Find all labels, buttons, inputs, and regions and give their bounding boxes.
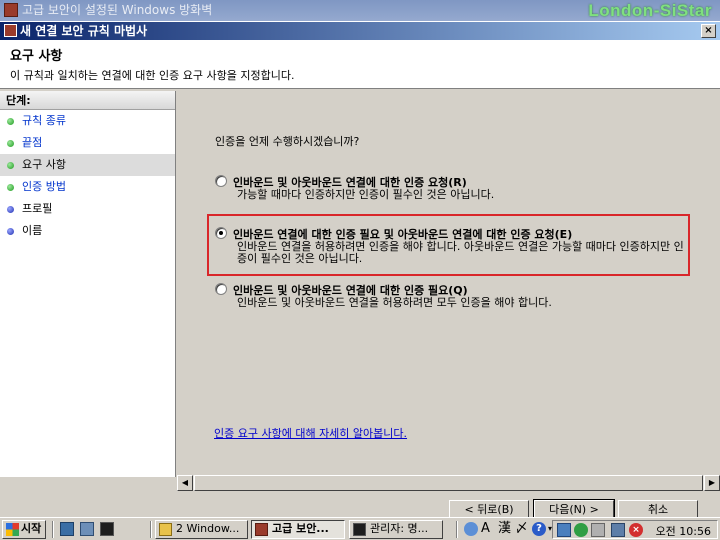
help-icon[interactable]: ? <box>532 522 546 536</box>
main-content: 인증을 언제 수행하시겠습니까? 인바운드 및 아웃바운드 연결에 대한 인증 … <box>177 91 720 477</box>
network-icon[interactable] <box>557 523 571 537</box>
wizard-header: 요구 사항 이 규칙과 일치하는 연결에 대한 인증 요구 사항을 지정합니다. <box>0 40 720 89</box>
show-desktop-icon[interactable] <box>60 522 74 536</box>
question-text: 인증을 언제 수행하시겠습니까? <box>215 135 360 148</box>
taskbar-separator <box>150 521 152 538</box>
scroll-right-icon[interactable]: ▶ <box>704 475 720 491</box>
step-status-icon <box>7 184 14 191</box>
step-status-icon <box>7 162 14 169</box>
page-description: 이 규칙과 일치하는 연결에 대한 인증 요구 사항을 지정합니다. <box>10 69 295 82</box>
windows-logo-icon <box>6 523 19 536</box>
language-bar-icon[interactable] <box>464 522 478 536</box>
page-title: 요구 사항 <box>10 49 63 64</box>
command-prompt-icon[interactable] <box>100 522 114 536</box>
step-status-icon <box>7 228 14 235</box>
taskbar-item-label: 관리자: 명... <box>370 522 429 535</box>
ime-settings-icon[interactable]: 〆 <box>515 522 529 536</box>
taskbar-item-label: 2 Window... <box>176 522 240 535</box>
step-name: 이름 <box>0 220 175 242</box>
radio-require-inbound[interactable] <box>215 227 227 239</box>
step-label: 프로필 <box>22 202 53 215</box>
start-button[interactable]: 시작 <box>2 520 46 539</box>
radio-request-auth[interactable] <box>215 175 227 187</box>
server-manager-icon[interactable] <box>80 522 94 536</box>
watermark: London-SiStar <box>588 1 712 20</box>
option-description: 인바운드 연결을 허용하려면 인증을 해야 합니다. 아웃바운드 연결은 가능할… <box>237 240 684 265</box>
start-label: 시작 <box>21 522 42 535</box>
scroll-left-icon[interactable]: ◀ <box>177 475 193 491</box>
step-label: 규칙 종류 <box>22 114 66 127</box>
option-description: 가능할 때마다 인증하지만 인증이 필수인 것은 아닙니다. <box>237 188 495 201</box>
scroll-thumb[interactable] <box>194 475 703 491</box>
dialog-titlebar[interactable]: 새 연결 보안 규칙 마법사 × <box>0 22 720 40</box>
wizard-icon <box>4 24 17 37</box>
horizontal-scrollbar[interactable]: ◀ ▶ <box>177 474 720 491</box>
step-label: 인증 방법 <box>22 180 66 193</box>
taskbar-item-firewall[interactable]: 고급 보안... <box>251 520 345 539</box>
dialog-title: 새 연결 보안 규칙 마법사 <box>20 24 148 38</box>
step-label: 이름 <box>22 224 43 237</box>
taskbar-item-admin-cmd[interactable]: 관리자: 명... <box>349 520 443 539</box>
option-description: 인바운드 및 아웃바운드 연결을 허용하려면 모두 인증을 해야 합니다. <box>237 296 552 309</box>
step-status-icon <box>7 118 14 125</box>
speaker-icon[interactable] <box>591 523 605 537</box>
taskbar-separator <box>52 521 54 538</box>
learn-more-link[interactable]: 인증 요구 사항에 대해 자세히 알아봅니다. <box>214 425 407 441</box>
clock[interactable]: 오전 10:56 <box>656 523 711 539</box>
steps-panel: 단계: 규칙 종류 끝점 요구 사항 인증 방법 프로필 이름 <box>0 91 176 477</box>
folder-icon <box>159 523 172 536</box>
outer-window-titlebar[interactable]: 고급 보안이 설정된 Windows 방화벽 London-SiStar <box>0 0 720 21</box>
firewall-icon <box>4 3 18 17</box>
hanja-icon[interactable]: 漢 <box>498 522 512 536</box>
step-label: 끝점 <box>22 136 43 149</box>
radio-require-auth[interactable] <box>215 283 227 295</box>
step-profile: 프로필 <box>0 198 175 220</box>
security-center-icon[interactable] <box>574 523 588 537</box>
step-status-icon <box>7 206 14 213</box>
step-label: 요구 사항 <box>22 158 66 171</box>
command-prompt-icon <box>353 523 366 536</box>
steps-heading: 단계: <box>0 91 175 110</box>
taskbar-item-label: 고급 보안... <box>272 522 329 535</box>
step-endpoints[interactable]: 끝점 <box>0 132 175 154</box>
input-mode-icon[interactable]: A <box>481 522 495 536</box>
taskbar-separator <box>456 521 458 538</box>
system-tray: × 오전 10:56 <box>552 520 718 539</box>
taskbar: 시작 2 Window... 고급 보안... 관리자: 명... A 漢 〆 … <box>0 517 720 540</box>
close-button[interactable]: × <box>701 24 716 38</box>
step-rule-type[interactable]: 규칙 종류 <box>0 110 175 132</box>
step-requirements: 요구 사항 <box>0 154 175 176</box>
firewall-icon <box>255 523 268 536</box>
step-status-icon <box>7 140 14 147</box>
outer-window-title: 고급 보안이 설정된 Windows 방화벽 <box>22 3 213 17</box>
error-icon[interactable]: × <box>629 523 643 537</box>
wizard-dialog: 새 연결 보안 규칙 마법사 × 요구 사항 이 규칙과 일치하는 연결에 대한… <box>0 21 720 521</box>
display-icon[interactable] <box>611 523 625 537</box>
step-authentication-method[interactable]: 인증 방법 <box>0 176 175 198</box>
taskbar-item-windows-explorer[interactable]: 2 Window... <box>155 520 248 539</box>
